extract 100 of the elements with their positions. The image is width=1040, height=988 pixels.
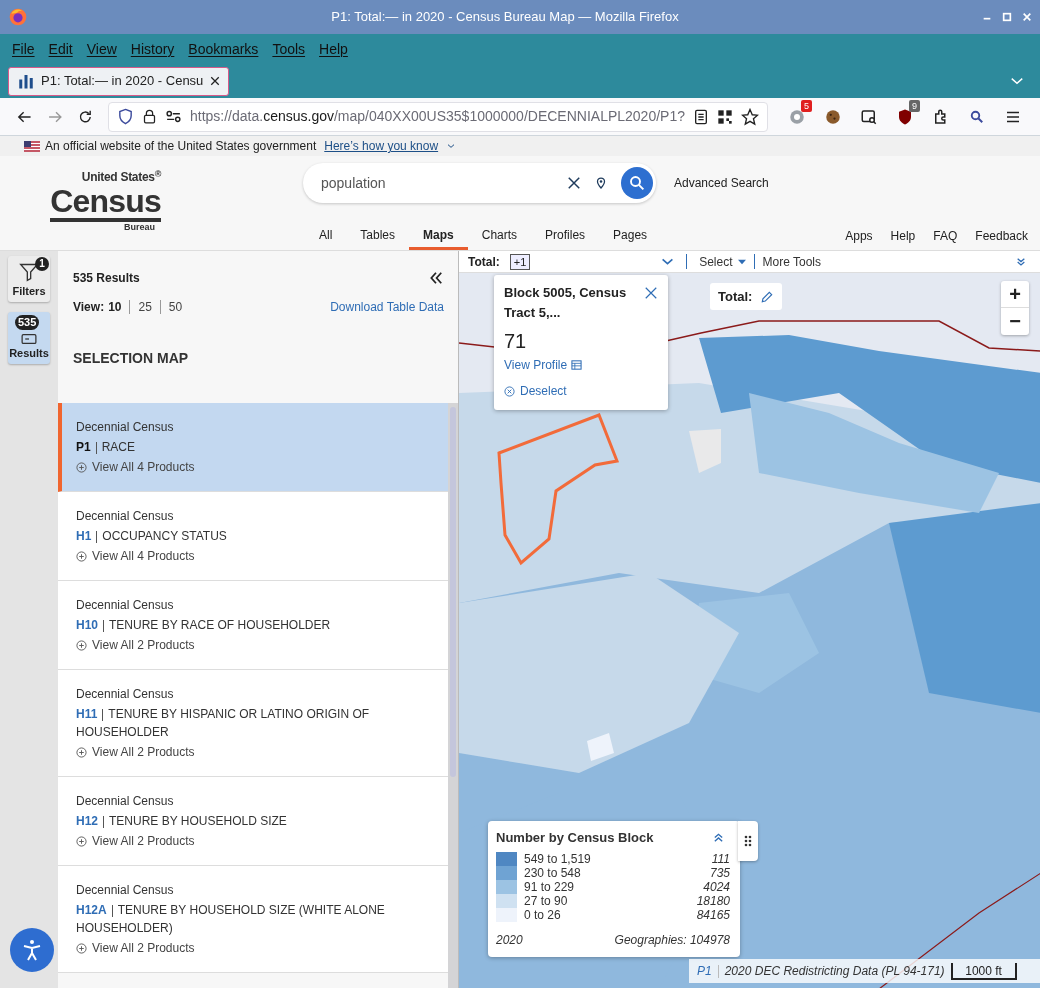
utility-link[interactable]: Apps xyxy=(845,227,873,245)
view-all-link[interactable]: View All 2 Products xyxy=(92,831,195,851)
geographies-count: Geographies: 104978 xyxy=(614,931,730,949)
plus-circle-icon[interactable] xyxy=(76,461,87,473)
view-all-link[interactable]: View All 2 Products xyxy=(92,635,195,655)
menu-item[interactable]: Help xyxy=(319,38,348,60)
count-chip[interactable]: +1 xyxy=(509,253,531,270)
view-profile-link[interactable]: View Profile xyxy=(504,356,568,374)
double-chevron-down-icon[interactable] xyxy=(1016,256,1026,267)
page-size-option[interactable]: 10 xyxy=(108,298,122,316)
download-link[interactable]: Download Table Data xyxy=(330,298,444,316)
more-tools-button[interactable]: More Tools xyxy=(762,252,821,271)
double-chevron-up-icon[interactable] xyxy=(713,832,724,844)
nav-tab[interactable]: Charts xyxy=(467,222,532,250)
view-all-link[interactable]: View All 4 Products xyxy=(92,457,195,477)
close-icon[interactable] xyxy=(210,76,220,86)
banner-link[interactable]: Here’s how you know xyxy=(324,137,439,155)
total-chip[interactable]: Total: xyxy=(710,283,783,310)
result-card[interactable]: Decennial Census H11 TENURE BY HISPANIC OR LATINO ORIGIN OF HOUSEHOLDER View All 2 Products xyxy=(58,670,448,777)
view-all-link[interactable]: View All 4 Products xyxy=(92,546,195,566)
select-dropdown[interactable]: Select xyxy=(699,252,746,271)
star-icon[interactable] xyxy=(741,107,759,126)
legend-count: 111 xyxy=(711,851,731,866)
extension-badge: 5 xyxy=(801,99,812,112)
table-icon[interactable] xyxy=(571,360,583,370)
menu-item[interactable]: Tools xyxy=(272,38,306,60)
table-title[interactable]: P1 RACE xyxy=(76,437,434,457)
lock-icon[interactable] xyxy=(141,108,157,125)
window-magnifier-icon[interactable] xyxy=(860,107,878,126)
nav-tab[interactable]: Tables xyxy=(346,222,410,250)
view-all-link[interactable]: View All 2 Products xyxy=(92,938,195,958)
nav-tab[interactable]: All xyxy=(305,222,347,250)
nav-tab[interactable]: Profiles xyxy=(531,222,600,250)
menu-item[interactable]: Bookmarks xyxy=(188,38,259,60)
plus-circle-icon[interactable] xyxy=(76,550,87,562)
popup-title: Block 5005, Census Tract 5,... xyxy=(504,284,628,322)
menu-item[interactable]: View xyxy=(86,38,117,60)
census-logo[interactable]: United States$^{®}$ Census Bureau xyxy=(45,170,161,233)
section-title: SELECTION MAP xyxy=(73,349,190,368)
plus-circle-icon[interactable] xyxy=(76,835,87,847)
result-card[interactable]: Decennial Census H12A TENURE BY HOUSEHOLD SIZE (WHITE ALONE HOUSEHOLDER) View All 2 Products xyxy=(58,866,448,973)
chevron-down-icon[interactable] xyxy=(447,142,456,150)
drag-handle[interactable] xyxy=(738,821,758,861)
advanced-search-link[interactable]: Advanced Search xyxy=(674,174,769,192)
gear-icon[interactable] xyxy=(788,107,806,126)
clear-icon[interactable] xyxy=(567,176,581,190)
plus-circle-icon[interactable] xyxy=(76,746,87,758)
menu-item[interactable]: Edit xyxy=(48,38,73,60)
table-title[interactable]: H10 TENURE BY RACE OF HOUSEHOLDER xyxy=(76,615,434,635)
close-circle-icon[interactable] xyxy=(504,385,515,397)
url-text[interactable]: https://data.census.gov/map/040XX00US35$1000000/DECENNIALPL2020/P1? xyxy=(189,106,685,127)
reader-view-icon[interactable] xyxy=(693,108,709,125)
document-icon xyxy=(21,333,37,344)
result-card[interactable]: Decennial Census H12 TENURE BY HOUSEHOLD SIZE View All 2 Products xyxy=(58,777,448,866)
program-name: Decennial Census xyxy=(76,882,175,899)
rail-button[interactable]: Filters 1 xyxy=(8,256,50,302)
total-label: Total: xyxy=(468,253,500,271)
dataset-name: 2020 DEC Redistricting Data (PL 94-171) xyxy=(724,963,945,980)
location-pin-icon[interactable] xyxy=(595,175,607,191)
shield-icon[interactable] xyxy=(116,108,134,125)
shield-badge-icon[interactable] xyxy=(896,107,914,126)
qr-code-icon[interactable] xyxy=(717,108,733,125)
results-count: 535 Results xyxy=(73,270,140,287)
view-label: View: xyxy=(73,299,105,316)
utility-link[interactable]: Feedback xyxy=(975,227,1028,245)
view-all-link[interactable]: View All 2 Products xyxy=(92,742,195,762)
grip-icon xyxy=(744,835,752,847)
table-title[interactable]: H12 TENURE BY HOUSEHOLD SIZE xyxy=(76,811,434,831)
table-title[interactable]: H11 TENURE BY HISPANIC OR LATINO ORIGIN OF HOUSEHOLDER xyxy=(76,704,434,742)
zoom-out-button[interactable]: − xyxy=(1001,308,1029,335)
table-title[interactable]: H12A TENURE BY HOUSEHOLD SIZE (WHITE ALONE HOUSEHOLDER) xyxy=(76,900,434,938)
plus-circle-icon[interactable] xyxy=(76,942,87,954)
page-size-option[interactable]: 50 xyxy=(168,298,183,316)
deselect-link[interactable]: Deselect xyxy=(520,382,567,400)
maximize-icon[interactable] xyxy=(1002,12,1012,22)
legend-range: 0 to 26 xyxy=(524,907,562,922)
result-card[interactable]: Decennial Census H10 TENURE BY RACE OF HOUSEHOLDER View All 2 Products xyxy=(58,581,448,670)
collapse-icon[interactable] xyxy=(428,271,444,285)
address-bar[interactable]: https://data.census.gov/map/040XX00US35$1000000/DECENNIALPL2020/P1? xyxy=(107,101,768,132)
result-card[interactable]: Decennial Census H1 OCCUPANCY STATUS View All 4 Products xyxy=(58,492,448,581)
cookie-icon[interactable] xyxy=(824,107,842,126)
result-card[interactable]: Decennial Census P1 RACE View All 4 Products xyxy=(58,403,448,492)
browser-tab[interactable]: P1: Total:— in 2020 - Censu xyxy=(8,66,229,96)
window-title: P1: Total:— in 2020 - Census Bureau Map — Mozilla Firefox xyxy=(330,8,680,27)
rail-button[interactable]: Results 535 xyxy=(8,312,50,364)
menu-item[interactable]: History xyxy=(130,38,175,60)
zoom-in-button[interactable]: + xyxy=(1001,281,1029,308)
permissions-icon[interactable] xyxy=(164,108,182,125)
utility-link[interactable]: FAQ xyxy=(933,227,958,245)
table-title[interactable]: H1 OCCUPANCY STATUS xyxy=(76,526,434,546)
menu-item[interactable]: File xyxy=(12,38,35,60)
nav-tab[interactable]: Pages xyxy=(599,222,662,250)
utility-link[interactable]: Help xyxy=(890,227,916,245)
legend-count: 735 xyxy=(709,865,731,880)
popup-value: 71 xyxy=(504,329,528,353)
search-button[interactable] xyxy=(621,167,653,199)
plus-circle-icon[interactable] xyxy=(76,639,87,651)
page-size-option[interactable]: 25 xyxy=(138,298,152,316)
search-field[interactable]: population xyxy=(303,163,656,203)
program-name: Decennial Census xyxy=(76,597,175,614)
